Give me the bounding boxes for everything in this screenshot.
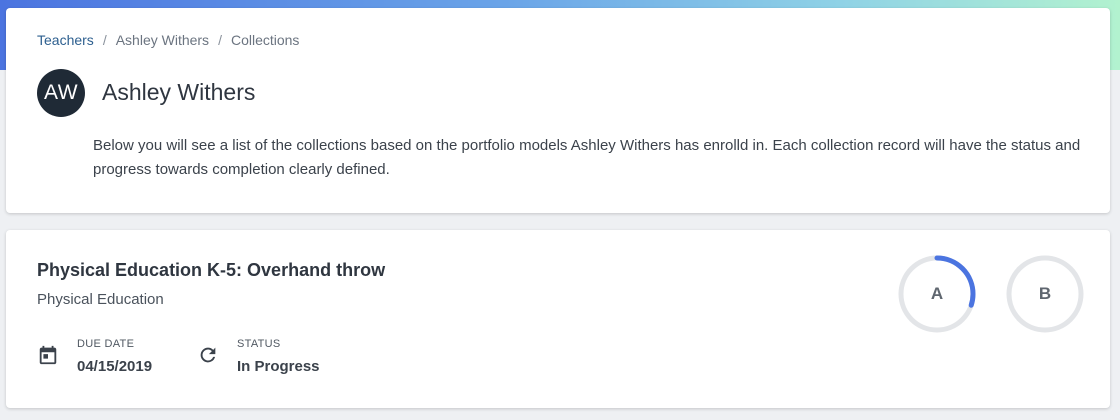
breadcrumb-separator: / <box>218 32 222 48</box>
progress-ring-b[interactable]: B <box>1005 254 1085 334</box>
collection-card[interactable]: Physical Education K-5: Overhand throw P… <box>6 230 1110 408</box>
progress-ring-label: B <box>1038 284 1052 303</box>
teacher-header-card: Teachers / Ashley Withers / Collections AW A… <box>6 8 1110 213</box>
breadcrumb-teachers-link[interactable]: Teachers <box>37 32 94 48</box>
due-date-label: DUE DATE <box>77 338 135 350</box>
page-description: Below you will see a list of the collect… <box>93 137 1081 178</box>
due-date-value: 04/15/2019 <box>77 358 153 375</box>
page-title: Ashley Withers <box>102 79 256 105</box>
breadcrumb-separator: / <box>102 32 107 48</box>
collection-subject: Physical Education <box>37 291 164 308</box>
breadcrumb-collections: Collections <box>230 32 300 48</box>
progress-ring-a[interactable]: A <box>897 254 977 334</box>
collection-title[interactable]: Physical Education K-5: Overhand throw <box>37 260 385 281</box>
status-label: STATUS <box>237 338 281 350</box>
avatar: AW <box>37 69 85 117</box>
breadcrumb: Teachers / Ashley Withers / Collections <box>37 32 299 48</box>
calendar-icon <box>39 345 57 365</box>
status-value: In Progress <box>237 358 320 375</box>
refresh-icon <box>200 347 216 363</box>
breadcrumb-teacher[interactable]: Ashley Withers <box>116 32 209 48</box>
progress-ring-label: A <box>930 284 944 303</box>
